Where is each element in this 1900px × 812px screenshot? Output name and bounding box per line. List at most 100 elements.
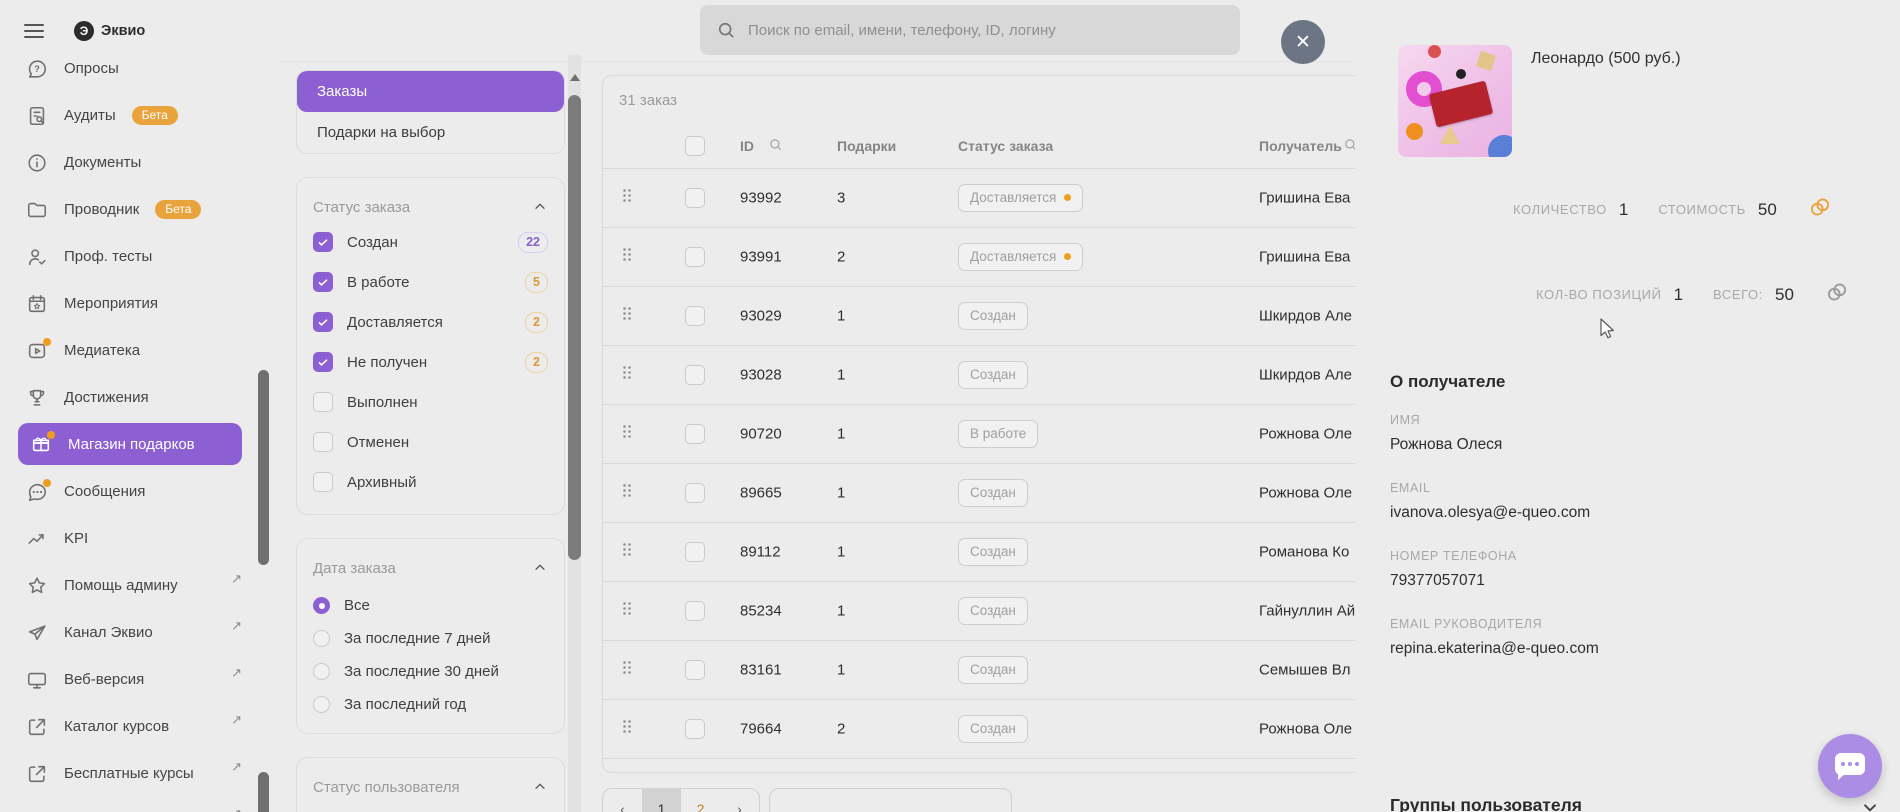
trophy-icon xyxy=(29,389,45,406)
radio-button[interactable] xyxy=(313,630,330,647)
filter-option[interactable]: Доставляется 2 xyxy=(313,302,548,342)
hamburger-menu-icon[interactable] xyxy=(24,20,44,42)
recipient-name: Рожнова Оле xyxy=(1259,484,1353,502)
checkbox[interactable] xyxy=(313,232,333,252)
drag-handle-icon[interactable] xyxy=(617,481,637,506)
table-row[interactable]: 93029 1 Создан Шкирдов Але xyxy=(603,287,1355,346)
sidebar-item[interactable]: Веб-версия ↗ xyxy=(0,656,258,703)
filter-option[interactable]: В работе 5 xyxy=(313,262,548,302)
table-row[interactable]: 90720 1 В работе Рожнова Оле xyxy=(603,405,1355,464)
radio-button[interactable] xyxy=(313,597,330,614)
global-search[interactable] xyxy=(700,5,1240,55)
table-row[interactable]: 85234 1 Создан Гайнуллин Ай xyxy=(603,582,1355,641)
checkbox[interactable] xyxy=(313,392,333,412)
row-checkbox[interactable] xyxy=(685,719,705,739)
filter-option-label: Выполнен xyxy=(347,393,418,411)
row-checkbox[interactable] xyxy=(685,306,705,326)
row-checkbox[interactable] xyxy=(685,660,705,680)
sidebar-scrollbar-thumb[interactable] xyxy=(258,772,269,812)
sidebar-item[interactable]: Канал Эквио ↗ xyxy=(0,609,258,656)
filter-option[interactable]: Архивный xyxy=(313,462,548,502)
sidebar-item[interactable]: Сообщения xyxy=(0,468,258,515)
sidebar-item[interactable]: Бесплатные курсы ↗ xyxy=(0,750,258,797)
row-checkbox[interactable] xyxy=(685,601,705,621)
checkbox[interactable] xyxy=(313,272,333,292)
drag-handle-icon[interactable] xyxy=(617,304,637,329)
filter-option[interactable]: Не получен 2 xyxy=(313,342,548,382)
chevron-down-icon[interactable] xyxy=(1860,797,1880,812)
select-all-checkbox[interactable] xyxy=(685,135,705,156)
table-row[interactable]: 93991 2 Доставляется Гришина Ева xyxy=(603,228,1355,287)
sidebar-item[interactable]: Аудиты Бета xyxy=(0,92,258,139)
drag-handle-icon[interactable] xyxy=(617,186,637,211)
table-row[interactable]: 89665 1 Создан Рожнова Оле xyxy=(603,464,1355,523)
page-size-select[interactable] xyxy=(769,788,1012,812)
column-search-icon[interactable] xyxy=(1343,137,1355,155)
pagination-page-button[interactable]: 1 xyxy=(642,789,681,812)
drag-handle-icon[interactable] xyxy=(617,540,637,565)
pagination-prev-button[interactable]: ‹ xyxy=(603,789,642,812)
table-row[interactable]: 93992 3 Доставляется Гришина Ева xyxy=(603,169,1355,228)
checkbox[interactable] xyxy=(313,312,333,332)
row-checkbox[interactable] xyxy=(685,365,705,385)
drag-handle-icon xyxy=(623,189,631,202)
table-row[interactable]: 79664 2 Создан Рожнова Оле xyxy=(603,700,1355,759)
sidebar-item[interactable]: KPI xyxy=(0,515,258,562)
column-search-icon[interactable] xyxy=(768,137,783,155)
radio-button[interactable] xyxy=(313,663,330,680)
search-input[interactable] xyxy=(746,20,1224,40)
drag-handle-icon[interactable] xyxy=(617,717,637,742)
pagination-next-button[interactable]: › xyxy=(720,789,759,812)
table-row[interactable]: 93028 1 Создан Шкирдов Але xyxy=(603,346,1355,405)
filter-tab[interactable]: Заказы xyxy=(297,71,564,112)
row-checkbox[interactable] xyxy=(685,247,705,267)
radio-button[interactable] xyxy=(313,696,330,713)
sidebar-item[interactable]: Медиатека xyxy=(0,327,258,374)
row-checkbox[interactable] xyxy=(685,542,705,562)
order-date-header[interactable]: Дата заказа xyxy=(313,553,548,583)
sidebar-item[interactable]: Проводник Бета xyxy=(0,186,258,233)
filter-option[interactable]: Отменен xyxy=(313,422,548,462)
table-row[interactable]: 89112 1 Создан Романова Ко xyxy=(603,523,1355,582)
chat-fab-button[interactable] xyxy=(1818,734,1882,798)
drag-handle-icon[interactable] xyxy=(617,422,637,447)
coins-icon[interactable] xyxy=(1807,194,1833,225)
sidebar-item[interactable]: ? Опросы xyxy=(0,45,258,92)
filter-option[interactable]: За последние 7 дней xyxy=(313,622,548,655)
sidebar-item[interactable]: Каталог курсов ↗ xyxy=(0,703,258,750)
row-checkbox[interactable] xyxy=(685,483,705,503)
checkbox[interactable] xyxy=(313,432,333,452)
sidebar-item[interactable]: Мероприятия xyxy=(0,280,258,327)
filter-option[interactable]: За последние 30 дней xyxy=(313,655,548,688)
drag-handle-icon[interactable] xyxy=(617,658,637,683)
sidebar-item[interactable]: Документы xyxy=(0,139,258,186)
row-checkbox[interactable] xyxy=(685,188,705,208)
drag-handle-icon[interactable] xyxy=(617,245,637,270)
filter-tab[interactable]: Подарки на выбор xyxy=(297,112,564,153)
user-status-header[interactable]: Статус пользователя xyxy=(313,772,548,802)
filter-scrollbar-thumb[interactable] xyxy=(568,95,581,560)
sidebar-scrollbar-thumb[interactable] xyxy=(258,370,269,565)
sidebar-item[interactable]: Магазин подарков xyxy=(18,423,242,465)
coins-icon[interactable] xyxy=(1824,279,1850,310)
close-button[interactable]: ✕ xyxy=(1281,20,1325,64)
filter-option[interactable]: Все xyxy=(313,589,548,622)
chat-question-icon: ? xyxy=(28,59,47,78)
sidebar-item[interactable]: Помощь админу ↗ xyxy=(0,562,258,609)
filter-option[interactable]: Выполнен xyxy=(313,382,548,422)
sidebar-item[interactable]: Проф. тесты xyxy=(0,233,258,280)
checkbox[interactable] xyxy=(313,352,333,372)
checkbox[interactable] xyxy=(313,472,333,492)
pagination-page-button[interactable]: 2 xyxy=(681,789,720,812)
filter-option[interactable]: Создан 22 xyxy=(313,222,548,262)
drag-handle-icon[interactable] xyxy=(617,599,637,624)
table-row[interactable]: 83161 1 Создан Семышев Вл xyxy=(603,641,1355,700)
drag-handle-icon[interactable] xyxy=(617,363,637,388)
scroll-up-arrow-icon[interactable] xyxy=(569,74,580,81)
order-status-header[interactable]: Статус заказа xyxy=(313,192,548,222)
order-id: 83161 xyxy=(740,661,782,679)
filter-option[interactable]: За последний год xyxy=(313,688,548,721)
sidebar-item[interactable]: Достижения xyxy=(0,374,258,421)
row-checkbox[interactable] xyxy=(685,424,705,444)
sidebar-item[interactable]: ↗ xyxy=(0,797,258,812)
